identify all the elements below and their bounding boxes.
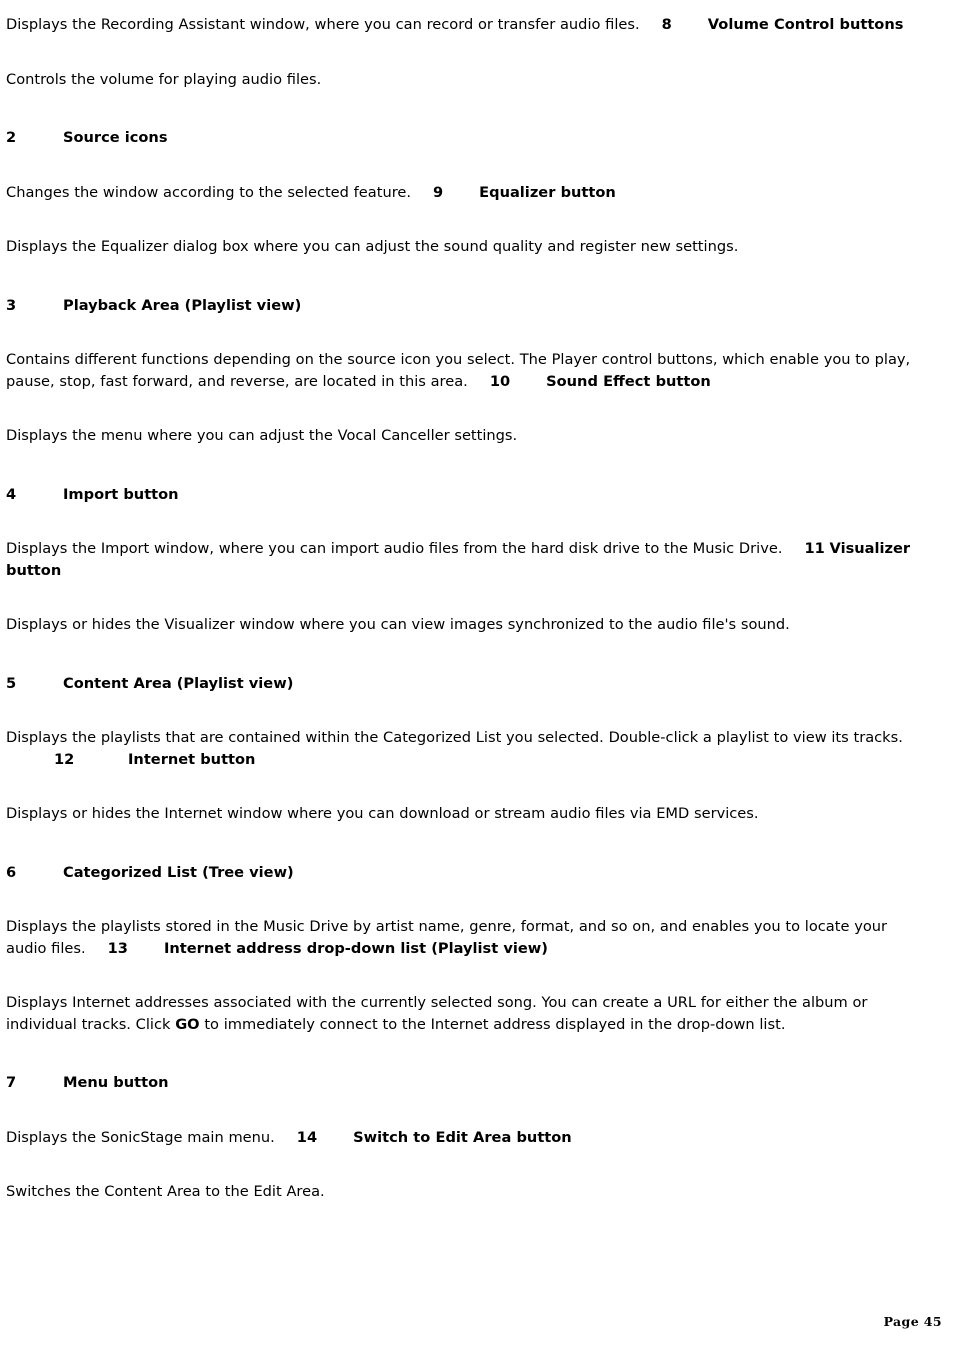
item-number-2: 2	[6, 129, 17, 146]
paragraph-text: Displays the Recording Assistant window,…	[6, 16, 640, 33]
paragraph-visualizer-description: Displays or hides the Visualizer window …	[6, 614, 942, 636]
emphasis-go: GO	[175, 1015, 200, 1033]
heading-categorized-list: 6 Categorized List (Tree view)	[6, 862, 942, 884]
item-number-4: 4	[6, 485, 17, 503]
item-label-playback-area: Playback Area (Playlist view)	[63, 296, 302, 314]
paragraph-internet-address-description: Displays Internet addresses associated w…	[6, 992, 911, 1035]
heading-playback-area: 3 Playback Area (Playlist view)	[6, 295, 942, 317]
paragraph-volume-control-description: Controls the volume for playing audio fi…	[6, 69, 942, 91]
heading-source-icons: 2 Source icons	[6, 127, 942, 149]
paragraph-import-description: Displays the Import window, where you ca…	[6, 538, 942, 581]
paragraph-text: Switches the Content Area to the Edit Ar…	[6, 1183, 325, 1200]
item-label-internet-address-list: Internet address drop-down list (Playlis…	[163, 939, 548, 957]
item-label-content-area: Content Area (Playlist view)	[63, 674, 294, 692]
item-label-categorized-list: Categorized List (Tree view)	[63, 863, 294, 881]
paragraph-text: Displays the SonicStage main menu.	[6, 1128, 275, 1146]
item-label-source-icons: Source icons	[63, 129, 168, 146]
paragraph-text: Controls the volume for playing audio fi…	[6, 70, 322, 88]
paragraph-text: Displays the Import window, where you ca…	[6, 540, 783, 557]
item-label-import-button: Import button	[63, 485, 179, 503]
heading-internet-button: 12 Internet button	[6, 749, 942, 771]
item-number-5: 5	[6, 674, 17, 692]
paragraph-text: Displays or hides the Visualizer window …	[6, 616, 790, 633]
paragraph-content-area-description: Displays the playlists that are containe…	[6, 727, 942, 749]
paragraph-equalizer-description: Displays the Equalizer dialog box where …	[6, 236, 942, 258]
paragraph-text: Displays the playlists that are containe…	[6, 729, 903, 746]
document-page: Displays the Recording Assistant window,…	[0, 0, 954, 1351]
heading-import-button: 4 Import button	[6, 484, 942, 506]
paragraph-categorized-list-description: Displays the playlists stored in the Mus…	[6, 916, 924, 959]
paragraph-sound-effect-description: Displays the menu where you can adjust t…	[6, 425, 942, 447]
paragraph-text: Displays the menu where you can adjust t…	[6, 427, 518, 444]
page-footer: Page 45	[883, 1314, 942, 1329]
paragraph-text: Contains different functions depending o…	[6, 351, 911, 390]
item-number-7: 7	[6, 1074, 17, 1091]
paragraph-menu-button-description: Displays the SonicStage main menu. 14 Swit…	[6, 1127, 942, 1149]
item-label-sound-effect-button: Sound Effect button	[546, 372, 711, 390]
item-number-8: 8	[661, 16, 672, 33]
item-number-10: 10	[489, 372, 511, 390]
item-number-13: 13	[107, 939, 128, 957]
paragraph-text: Displays or hides the Internet window wh…	[6, 805, 759, 822]
item-label-volume-control-buttons: Volume Control buttons	[707, 16, 904, 33]
paragraph-text: Displays the Equalizer dialog box where …	[6, 238, 739, 255]
paragraph-recording-assistant: Displays the Recording Assistant window,…	[6, 14, 942, 36]
paragraph-playback-area-description: Contains different functions depending o…	[6, 349, 942, 392]
item-number-3: 3	[6, 296, 17, 314]
paragraph-switch-edit-area-description: Switches the Content Area to the Edit Ar…	[6, 1181, 942, 1203]
item-label-internet-button: Internet button	[128, 750, 256, 768]
paragraph-text-part-2: to immediately connect to the Internet a…	[199, 1015, 786, 1033]
paragraph-text: Changes the window according to the sele…	[6, 183, 411, 201]
item-label-menu-button: Menu button	[63, 1074, 169, 1091]
paragraph-source-icons-description: Changes the window according to the sele…	[6, 182, 942, 204]
item-number-11: 11	[804, 540, 825, 557]
heading-menu-button: 7 Menu button	[6, 1072, 942, 1094]
item-label-equalizer-button: Equalizer button	[479, 183, 616, 201]
item-number-12: 12	[54, 750, 75, 768]
item-number-9: 9	[433, 183, 444, 201]
item-label-switch-to-edit-area-button: Switch to Edit Area button	[353, 1128, 572, 1146]
paragraph-internet-description: Displays or hides the Internet window wh…	[6, 803, 942, 825]
item-number-6: 6	[6, 863, 17, 881]
item-number-14: 14	[296, 1128, 318, 1146]
heading-content-area: 5 Content Area (Playlist view)	[6, 673, 942, 695]
